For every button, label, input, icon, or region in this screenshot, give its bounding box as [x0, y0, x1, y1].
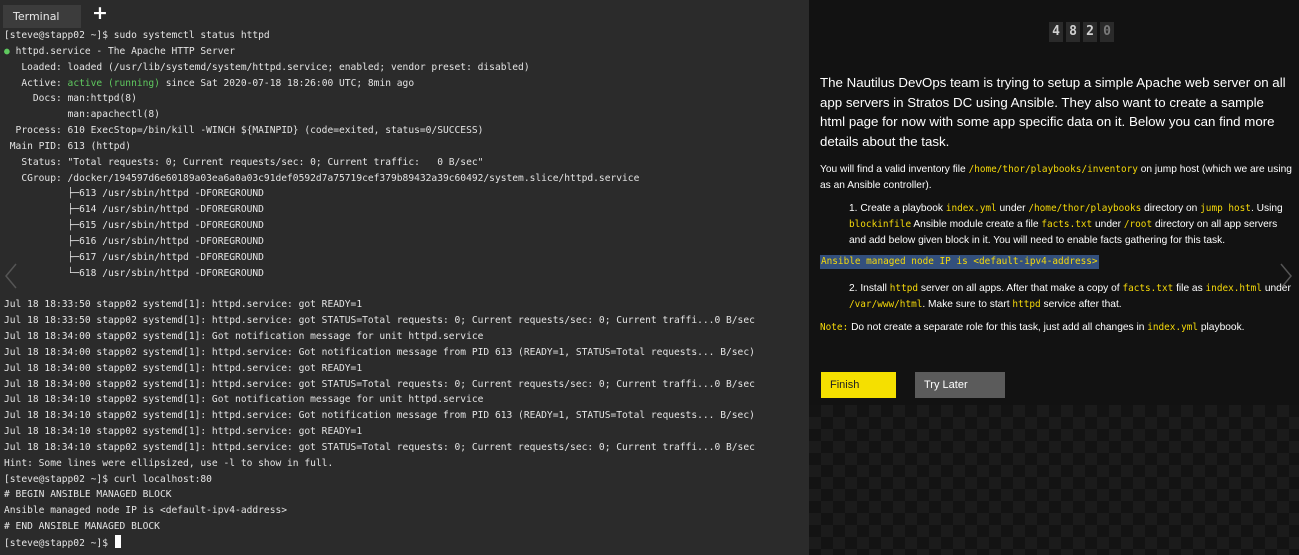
terminal-line: Jul 18 18:34:00 stapp02 systemd[1]: http…	[4, 346, 755, 358]
terminal-line: Jul 18 18:34:10 stapp02 systemd[1]: Got …	[4, 394, 484, 406]
terminal-line: Docs: man:httpd(8)	[4, 93, 137, 105]
task-inventory-paragraph: You will find a valid inventory file /ho…	[820, 164, 1292, 191]
terminal-line: Jul 18 18:33:50 stapp02 systemd[1]: http…	[4, 315, 755, 327]
inline-code: index.yml	[945, 203, 997, 214]
terminal-line: Loaded: loaded (/usr/lib/systemd/system/…	[4, 61, 530, 73]
terminal-output[interactable]: [steve@stapp02 ~]$ sudo systemctl status…	[4, 28, 809, 555]
timer-digit: 4	[1049, 22, 1063, 42]
try-later-button[interactable]: Try Later	[915, 372, 1005, 398]
task-step-2: 2. Install httpd server on all apps. Aft…	[849, 283, 1291, 310]
text-cursor	[114, 535, 121, 548]
terminal-line: Jul 18 18:33:50 stapp02 systemd[1]: http…	[4, 299, 363, 311]
task-panel: 4 8 2 0 The Nautilus DevOps team is tryi…	[809, 0, 1299, 555]
terminal-line: Hint: Some lines were ellipsized, use -l…	[4, 457, 334, 469]
inline-code: index.yml	[1147, 322, 1199, 333]
inline-code: /var/www/html	[849, 299, 923, 310]
terminal-line: Jul 18 18:34:00 stapp02 systemd[1]: Got …	[4, 331, 484, 343]
task-step-1: 1. Create a playbook index.yml under /ho…	[849, 203, 1283, 246]
terminal-line: ├─615 /usr/sbin/httpd -DFOREGROUND	[4, 220, 264, 232]
inline-code: jump host	[1200, 203, 1251, 214]
task-intro: The Nautilus DevOps team is trying to se…	[820, 75, 1286, 149]
chevron-left-icon[interactable]	[4, 262, 18, 290]
inline-code: facts.txt	[1122, 283, 1174, 294]
inline-code: /home/thor/playbooks/inventory	[968, 164, 1138, 175]
terminal-tab[interactable]: Terminal	[3, 5, 81, 28]
terminal-line: ├─616 /usr/sbin/httpd -DFOREGROUND	[4, 235, 264, 247]
finish-button[interactable]: Finish	[821, 372, 896, 398]
timer-digit: 8	[1066, 22, 1080, 42]
terminal-window[interactable]: Terminal + [steve@stapp02 ~]$ sudo syste…	[0, 0, 809, 555]
terminal-line: # BEGIN ANSIBLE MANAGED BLOCK	[4, 489, 172, 501]
inline-code: httpd	[1012, 299, 1041, 310]
terminal-line: # END ANSIBLE MANAGED BLOCK	[4, 521, 160, 533]
countdown-timer: 4 8 2 0	[1049, 22, 1114, 44]
task-note: Note: Do not create a separate role for …	[820, 322, 1245, 333]
inline-code: httpd	[889, 283, 919, 294]
inline-code: blockinfile	[849, 219, 912, 230]
terminal-line: Status: "Total requests: 0; Current requ…	[4, 156, 484, 168]
terminal-line: [steve@stapp02 ~]$ curl localhost:80	[4, 473, 212, 485]
terminal-line: Ansible managed node IP is <default-ipv4…	[4, 505, 288, 517]
terminal-line: Jul 18 18:34:10 stapp02 systemd[1]: http…	[4, 441, 755, 453]
terminal-line: Jul 18 18:34:00 stapp02 systemd[1]: http…	[4, 378, 755, 390]
plus-icon[interactable]: +	[92, 3, 108, 23]
terminal-line: Active: active (running) since Sat 2020-…	[4, 77, 415, 89]
terminal-line: ├─614 /usr/sbin/httpd -DFOREGROUND	[4, 204, 264, 216]
timer-digit: 2	[1083, 22, 1097, 42]
highlighted-code-block: Ansible managed node IP is <default-ipv4…	[820, 255, 1099, 269]
terminal-line: ● httpd.service - The Apache HTTP Server	[4, 45, 236, 57]
note-label: Note:	[820, 322, 849, 333]
terminal-line: [steve@stapp02 ~]$	[4, 535, 809, 551]
inline-code: /root	[1123, 219, 1153, 230]
terminal-tab-bar: Terminal +	[0, 0, 809, 28]
terminal-line: Jul 18 18:34:10 stapp02 systemd[1]: http…	[4, 426, 363, 438]
terminal-line: Jul 18 18:34:10 stapp02 systemd[1]: http…	[4, 410, 755, 422]
terminal-line: CGroup: /docker/194597d6e60189a03ea6a0a0…	[4, 172, 640, 184]
chevron-right-icon[interactable]	[1279, 262, 1293, 290]
terminal-line: man:apachectl(8)	[4, 109, 160, 121]
terminal-line: ├─617 /usr/sbin/httpd -DFOREGROUND	[4, 251, 264, 263]
terminal-line: └─618 /usr/sbin/httpd -DFOREGROUND	[4, 267, 264, 279]
inline-code: /home/thor/playbooks	[1028, 203, 1142, 214]
inline-code: facts.txt	[1041, 219, 1093, 230]
background-pattern	[809, 405, 1299, 555]
terminal-line: Jul 18 18:34:00 stapp02 systemd[1]: http…	[4, 362, 363, 374]
terminal-line: ├─613 /usr/sbin/httpd -DFOREGROUND	[4, 188, 264, 200]
terminal-line: [steve@stapp02 ~]$ sudo systemctl status…	[4, 30, 270, 41]
terminal-line: Main PID: 613 (httpd)	[4, 140, 132, 152]
inline-code: index.html	[1205, 283, 1262, 294]
terminal-line: Process: 610 ExecStop=/bin/kill -WINCH $…	[4, 125, 484, 137]
timer-digit: 0	[1100, 22, 1114, 42]
